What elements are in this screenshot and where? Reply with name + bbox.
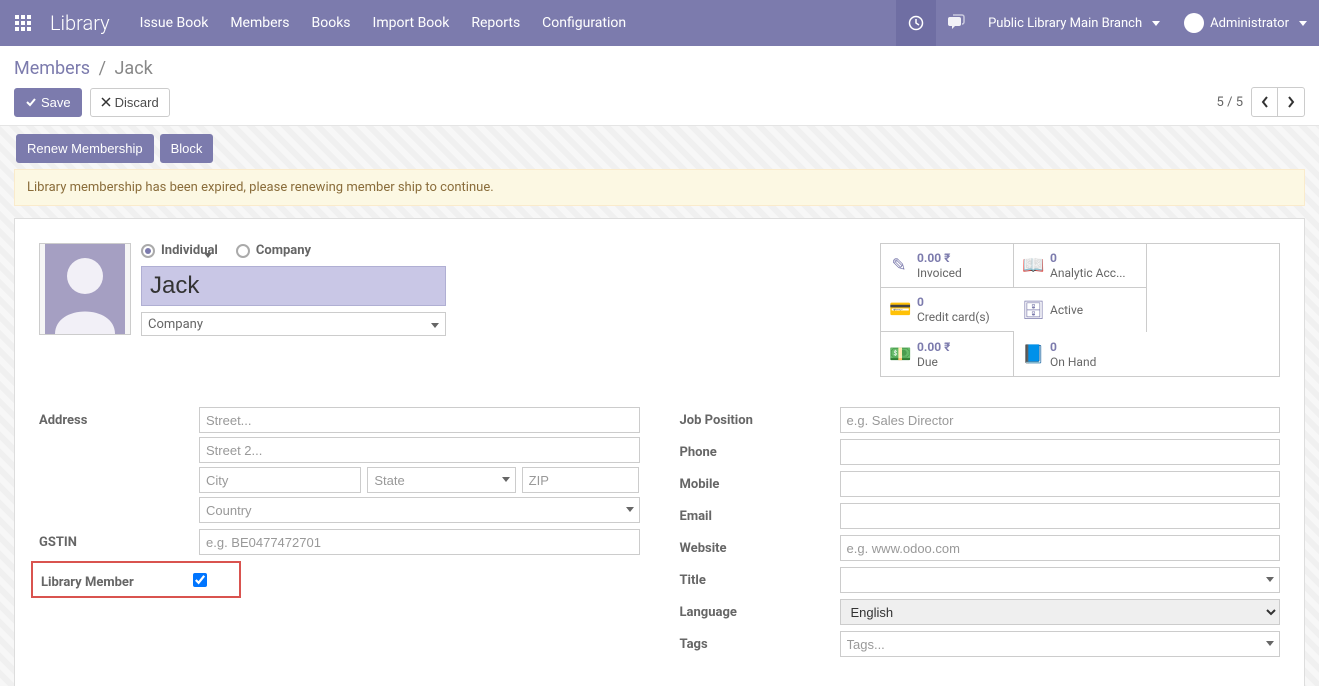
stat-credit-cards[interactable]: 💳0Credit card(s)	[881, 288, 1014, 332]
title-select[interactable]	[840, 567, 1281, 593]
label-website: Website	[680, 535, 840, 561]
zip-input[interactable]	[522, 467, 640, 493]
label-address: Address	[39, 407, 199, 523]
website-input[interactable]	[840, 535, 1281, 561]
email-input[interactable]	[840, 503, 1281, 529]
label-title: Title	[680, 567, 840, 593]
stat-invoiced[interactable]: ✎0.00 ₹Invoiced	[881, 244, 1014, 288]
pager-prev[interactable]	[1252, 88, 1278, 116]
user-menu[interactable]: Administrator	[1172, 13, 1319, 33]
jobpos-input[interactable]	[840, 407, 1281, 433]
breadcrumb-root[interactable]: Members	[14, 58, 90, 79]
card-icon: 💳	[889, 299, 909, 320]
book2-icon: 📘	[1022, 344, 1042, 365]
book-icon: 📖	[1022, 255, 1042, 276]
label-language: Language	[680, 599, 840, 625]
label-library-member: Library Member	[41, 569, 193, 590]
clock-icon[interactable]	[896, 0, 936, 46]
street2-input[interactable]	[199, 437, 640, 463]
pager-text: 5 / 5	[1217, 95, 1243, 110]
menu-members[interactable]: Members	[230, 15, 289, 31]
person-icon	[45, 244, 125, 334]
state-select[interactable]	[367, 467, 515, 493]
stat-analytic[interactable]: 📖0Analytic Acc...	[1014, 244, 1147, 288]
expired-alert: Library membership has been expired, ple…	[14, 169, 1305, 206]
language-select[interactable]: English	[840, 599, 1281, 625]
brand[interactable]: Library	[46, 11, 130, 35]
company-name: Public Library Main Branch	[988, 16, 1142, 31]
label-gstin: GSTIN	[39, 529, 199, 555]
label-email: Email	[680, 503, 840, 529]
tags-input[interactable]	[840, 631, 1281, 657]
avatar-icon	[1184, 13, 1204, 33]
label-phone: Phone	[680, 439, 840, 465]
apps-icon[interactable]	[0, 0, 46, 46]
stat-onhand[interactable]: 📘0On Hand	[1014, 332, 1147, 376]
breadcrumb-current: Jack	[114, 58, 152, 79]
chevron-left-icon	[1261, 96, 1269, 108]
country-select[interactable]	[199, 497, 640, 523]
company-switcher[interactable]: Public Library Main Branch	[976, 16, 1172, 31]
stat-active[interactable]: 🗄Active	[1014, 288, 1147, 332]
city-input[interactable]	[199, 467, 361, 493]
library-member-checkbox[interactable]	[193, 573, 207, 587]
menu-books[interactable]: Books	[312, 15, 351, 31]
breadcrumb: Members / Jack	[14, 58, 1305, 79]
money-icon: 💵	[889, 344, 909, 365]
archive-icon: 🗄	[1022, 300, 1042, 321]
stat-buttons: ✎0.00 ₹Invoiced 📖0Analytic Acc... 💳0Cred…	[880, 243, 1280, 377]
radio-company[interactable]: Company	[236, 243, 311, 258]
company-select[interactable]: Company	[141, 312, 446, 336]
stat-due[interactable]: 💵0.00 ₹Due	[881, 332, 1014, 376]
phone-input[interactable]	[840, 439, 1281, 465]
radio-individual[interactable]: Individual	[141, 243, 218, 258]
avatar[interactable]	[39, 243, 131, 335]
check-icon	[25, 96, 37, 108]
menu-import-book[interactable]: Import Book	[373, 15, 450, 31]
menu-reports[interactable]: Reports	[471, 15, 520, 31]
pencil-icon: ✎	[889, 255, 909, 276]
block-button[interactable]: Block	[160, 134, 214, 163]
label-tags: Tags	[680, 631, 840, 657]
close-icon	[101, 97, 111, 107]
name-input[interactable]	[141, 266, 446, 306]
renew-membership-button[interactable]: Renew Membership	[16, 134, 154, 163]
label-mobile: Mobile	[680, 471, 840, 497]
menu-configuration[interactable]: Configuration	[542, 15, 626, 31]
chevron-right-icon	[1287, 96, 1295, 108]
top-menu: Issue Book Members Books Import Book Rep…	[140, 15, 626, 31]
mobile-input[interactable]	[840, 471, 1281, 497]
label-jobpos: Job Position	[680, 407, 840, 433]
form-sheet: Individual Company Company ✎0.00 ₹Invoic…	[14, 218, 1305, 686]
street-input[interactable]	[199, 407, 640, 433]
discard-button[interactable]: Discard	[90, 88, 170, 117]
menu-issue-book[interactable]: Issue Book	[140, 15, 209, 31]
pager-next[interactable]	[1278, 88, 1304, 116]
gstin-input[interactable]	[199, 529, 640, 555]
user-name: Administrator	[1210, 16, 1289, 31]
save-button[interactable]: Save	[14, 88, 82, 117]
chat-icon[interactable]	[936, 0, 976, 46]
